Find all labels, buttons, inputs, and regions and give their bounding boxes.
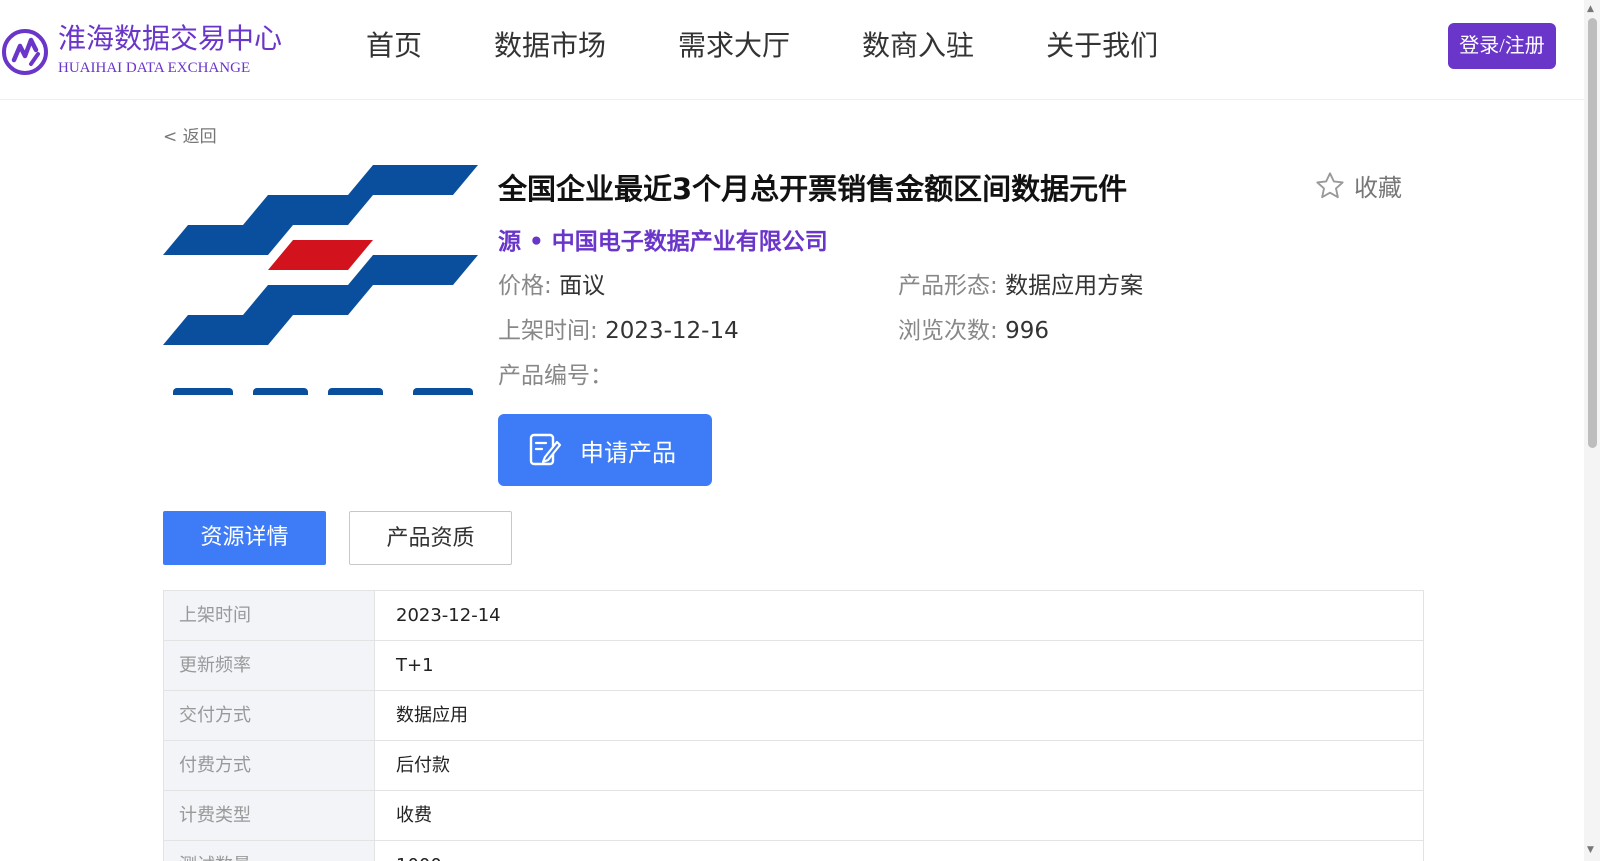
nav-item-about-us[interactable]: 关于我们 (1046, 26, 1158, 66)
product-image (163, 165, 478, 395)
apply-product-button[interactable]: 申请产品 (498, 414, 712, 486)
logo-stripe (243, 285, 373, 315)
table-value: 2023-12-14 (396, 605, 501, 626)
edit-document-icon (529, 433, 562, 466)
main-nav: 首页 数据市场 需求大厅 数商入驻 关于我们 (366, 26, 1230, 66)
table-key: 测试数量 (164, 841, 375, 861)
logo-fragment (328, 388, 383, 395)
nav-item-demand-hall[interactable]: 需求大厅 (678, 26, 790, 66)
table-row: 付费方式 后付款 (164, 741, 1423, 791)
price-info: 价格: 面议 (498, 266, 605, 300)
views-value: 996 (1005, 318, 1049, 344)
apply-product-label: 申请产品 (580, 438, 676, 467)
tab-resource-details[interactable]: 资源详情 (163, 511, 326, 565)
product-source: 源 • 中国电子数据产业有限公司 (498, 229, 828, 255)
nav-item-vendor-join[interactable]: 数商入驻 (862, 26, 974, 66)
scroll-down-arrow-icon[interactable]: ▼ (1587, 845, 1594, 855)
site-header: 淮海数据交易中心 HUAIHAI DATA EXCHANGE 首页 数据市场 需… (0, 0, 1584, 100)
table-row: 上架时间 2023-12-14 (164, 591, 1423, 641)
table-key: 交付方式 (164, 691, 375, 740)
table-key: 计费类型 (164, 791, 375, 840)
views-info: 浏览次数: 996 (898, 311, 1049, 345)
logo-stripe (163, 225, 293, 255)
listed-time-info: 上架时间: 2023-12-14 (498, 311, 739, 345)
table-key: 上架时间 (164, 591, 375, 640)
star-icon (1316, 171, 1344, 198)
table-row: 更新频率 T+1 (164, 641, 1423, 691)
listed-time-label: 上架时间: (498, 318, 598, 344)
details-table: 上架时间 2023-12-14 更新频率 T+1 交付方式 数据应用 付费方式 … (163, 590, 1424, 861)
logo-mark-icon (2, 29, 48, 75)
logo-stripe (243, 195, 373, 225)
table-value: T+1 (396, 655, 434, 676)
product-code-info: 产品编号： (498, 356, 613, 390)
views-label: 浏览次数: (898, 318, 998, 344)
favorite-label: 收藏 (1354, 174, 1402, 202)
table-row: 测试数量 1000 (164, 841, 1423, 861)
page: 淮海数据交易中心 HUAIHAI DATA EXCHANGE 首页 数据市场 需… (0, 0, 1600, 861)
logo-stripe (163, 315, 293, 345)
login-register-button[interactable]: 登录/注册 (1448, 23, 1556, 69)
form-value: 数据应用方案 (1005, 273, 1144, 299)
form-label: 产品形态: (898, 273, 998, 299)
back-link[interactable]: < 返回 (163, 122, 217, 147)
logo-stripe (348, 255, 478, 285)
table-key: 付费方式 (164, 741, 375, 790)
price-value: 面议 (559, 273, 606, 299)
nav-item-home[interactable]: 首页 (366, 26, 422, 66)
table-value: 数据应用 (396, 705, 468, 726)
scrollbar-thumb[interactable] (1588, 18, 1597, 448)
table-value: 收费 (396, 805, 432, 826)
table-value: 后付款 (396, 755, 450, 776)
table-value: 1000 (375, 841, 1423, 861)
tab-product-qualification[interactable]: 产品资质 (349, 511, 512, 565)
table-row: 计费类型 收费 (164, 791, 1423, 841)
site-logo[interactable]: 淮海数据交易中心 HUAIHAI DATA EXCHANGE (0, 22, 282, 80)
logo-subtitle: HUAIHAI DATA EXCHANGE (58, 60, 251, 76)
table-key: 更新频率 (164, 641, 375, 690)
logo-text: 淮海数据交易中心 HUAIHAI DATA EXCHANGE (58, 22, 282, 77)
favorite-button[interactable]: 收藏 (1314, 168, 1402, 203)
table-row: 交付方式 数据应用 (164, 691, 1423, 741)
logo-fragment (173, 388, 233, 395)
logo-stripe-red (268, 240, 373, 270)
form-info: 产品形态: 数据应用方案 (898, 266, 1143, 300)
page-scrollbar[interactable]: ▲ ▼ (1584, 0, 1600, 861)
logo-fragment (413, 388, 473, 395)
price-label: 价格: (498, 273, 552, 299)
nav-item-data-market[interactable]: 数据市场 (494, 26, 606, 66)
logo-stripe (348, 165, 478, 195)
logo-fragment (253, 388, 308, 395)
logo-title: 淮海数据交易中心 (58, 22, 283, 55)
product-code-label: 产品编号： (498, 363, 613, 389)
listed-time-value: 2023-12-14 (605, 318, 739, 344)
scroll-up-arrow-icon[interactable]: ▲ (1587, 4, 1594, 14)
product-title: 全国企业最近3个月总开票销售金额区间数据元件 (498, 172, 1128, 206)
